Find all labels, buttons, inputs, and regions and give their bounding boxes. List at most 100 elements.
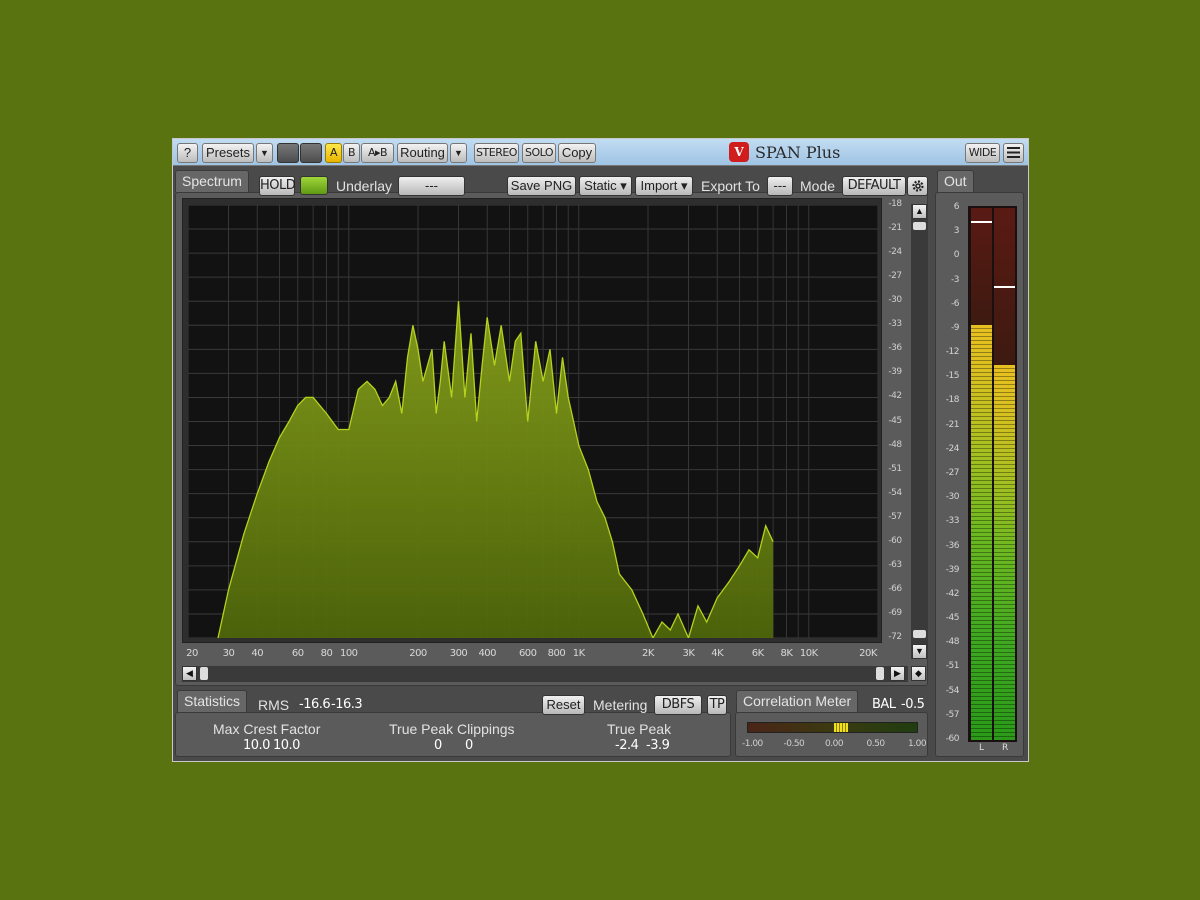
presets-dropdown-button[interactable]: ▼: [256, 143, 273, 163]
correlation-tick-label: 1.00: [908, 739, 927, 749]
mode-label: Mode: [800, 178, 836, 194]
copy-a-to-b-button[interactable]: A▸B: [361, 143, 394, 163]
gear-icon: [911, 180, 924, 192]
reset-button[interactable]: Reset: [542, 695, 585, 715]
meter-tick-label: -24: [945, 443, 960, 454]
meter-tick-label: -60: [945, 734, 960, 744]
true-peak-clippings-label: True Peak Clippings: [389, 721, 515, 737]
y-tick-label: -45: [888, 415, 902, 426]
underlay-select[interactable]: ---: [398, 176, 465, 196]
import-dropdown[interactable]: Import ▾: [635, 176, 693, 196]
horizontal-scroll-thumb-left[interactable]: [200, 667, 208, 680]
correlation-tick-label: 0.00: [825, 739, 844, 749]
scroll-down-button[interactable]: ▼: [912, 644, 927, 659]
correlation-meter-tab[interactable]: Correlation Meter: [736, 690, 859, 712]
y-tick-label: -39: [888, 367, 902, 378]
meter-tick-label: -54: [945, 685, 960, 696]
zoom-reset-button[interactable]: ◆: [911, 666, 926, 681]
spectrum-plot: [188, 205, 878, 638]
routing-button[interactable]: Routing: [397, 143, 448, 163]
clippings-left: 0: [434, 738, 442, 753]
right-level-bar: [994, 365, 1015, 740]
state-b-button[interactable]: B: [343, 143, 360, 163]
y-tick-label: -57: [888, 511, 902, 522]
x-tick-label: 300: [449, 648, 468, 659]
static-dropdown[interactable]: Static ▾: [579, 176, 632, 196]
hold-button[interactable]: HOLD: [259, 176, 296, 196]
true-peak-right: -3.9: [646, 738, 670, 753]
x-tick-label: 20K: [859, 648, 877, 659]
metering-select[interactable]: DBFS: [654, 695, 702, 715]
x-tick-label: 60: [291, 648, 304, 659]
right-peak-hold: [994, 286, 1015, 289]
true-peak-left: -2.4: [615, 738, 639, 753]
spectrum-tab[interactable]: Spectrum: [175, 170, 249, 192]
vertical-scroll-thumb-bottom[interactable]: [913, 630, 926, 638]
scroll-left-button[interactable]: ◀: [182, 666, 197, 681]
x-tick-label: 40: [251, 648, 264, 659]
scroll-right-button[interactable]: ▶: [890, 666, 905, 681]
x-tick-label: 10K: [799, 648, 818, 659]
y-tick-label: -60: [888, 535, 902, 546]
left-peak-hold: [971, 220, 992, 223]
correlation-panel: [735, 712, 928, 757]
solo-button[interactable]: SOLO: [522, 143, 556, 163]
meter-tick-label: 0: [953, 250, 960, 261]
meter-tick-label: -12: [945, 347, 960, 358]
meter-tick-label: -45: [945, 613, 960, 624]
meter-tick-label: 3: [953, 226, 960, 237]
y-tick-label: -72: [888, 632, 902, 642]
x-tick-label: 200: [409, 648, 427, 659]
undo-button[interactable]: [277, 143, 299, 163]
presets-button[interactable]: Presets: [202, 143, 254, 163]
y-tick-label: -63: [888, 559, 902, 570]
mode-select[interactable]: DEFAULT: [842, 176, 906, 196]
help-button[interactable]: ?: [177, 143, 198, 163]
scroll-up-button[interactable]: ▲: [912, 204, 927, 219]
y-tick-label: -33: [888, 319, 902, 330]
x-tick-label: 8K: [780, 648, 793, 659]
meter-tick-label: -3: [951, 274, 959, 285]
vertical-scroll-thumb-top[interactable]: [913, 222, 926, 230]
meter-tick-label: -42: [945, 588, 960, 599]
wide-button[interactable]: WIDE: [965, 143, 1000, 163]
redo-button[interactable]: [300, 143, 322, 163]
y-tick-label: -51: [888, 463, 902, 474]
spectrum-color-toggle[interactable]: [300, 176, 328, 195]
routing-dropdown-button[interactable]: ▼: [450, 143, 467, 163]
statistics-tab[interactable]: Statistics: [177, 690, 248, 712]
correlation-bar: [747, 722, 918, 733]
meter-tick-label: -27: [945, 468, 960, 478]
stereo-button[interactable]: STEREO: [474, 143, 519, 163]
meter-tick-label: 6: [953, 202, 960, 212]
true-peak-label: True Peak: [607, 721, 672, 737]
meter-tick-label: -51: [945, 661, 960, 672]
correlation-tick-label: -1.00: [742, 739, 763, 749]
menu-button[interactable]: [1003, 143, 1024, 163]
state-a-button[interactable]: A: [325, 143, 342, 163]
x-tick-label: 2K: [642, 648, 654, 659]
out-tab[interactable]: Out: [937, 170, 974, 192]
rms-right-value: -16.3: [331, 697, 363, 712]
x-tick-label: 100: [339, 648, 358, 659]
export-to-select[interactable]: ---: [767, 176, 793, 196]
y-tick-label: -66: [888, 583, 902, 594]
horizontal-scrollbar[interactable]: [182, 666, 908, 682]
x-tick-label: 600: [518, 648, 537, 659]
correlation-tick-label: -0.50: [783, 739, 805, 749]
x-tick-label: 800: [547, 648, 566, 659]
horizontal-scroll-thumb-right[interactable]: [876, 667, 884, 680]
settings-button[interactable]: [907, 176, 928, 196]
save-png-button[interactable]: Save PNG: [507, 176, 576, 196]
meter-tick-label: -18: [945, 395, 960, 406]
meter-tick-label: -36: [945, 540, 960, 551]
y-tick-label: -69: [888, 607, 902, 618]
underlay-label: Underlay: [336, 178, 393, 194]
correlation-tick-label: 0.50: [866, 739, 886, 749]
max-crest-label: Max Crest Factor: [213, 721, 321, 737]
copy-button[interactable]: Copy: [558, 143, 596, 163]
true-peak-toggle[interactable]: TP: [707, 695, 727, 715]
export-to-label: Export To: [701, 178, 760, 194]
voxengo-logo: V: [729, 142, 749, 162]
vertical-scrollbar[interactable]: [911, 204, 928, 659]
